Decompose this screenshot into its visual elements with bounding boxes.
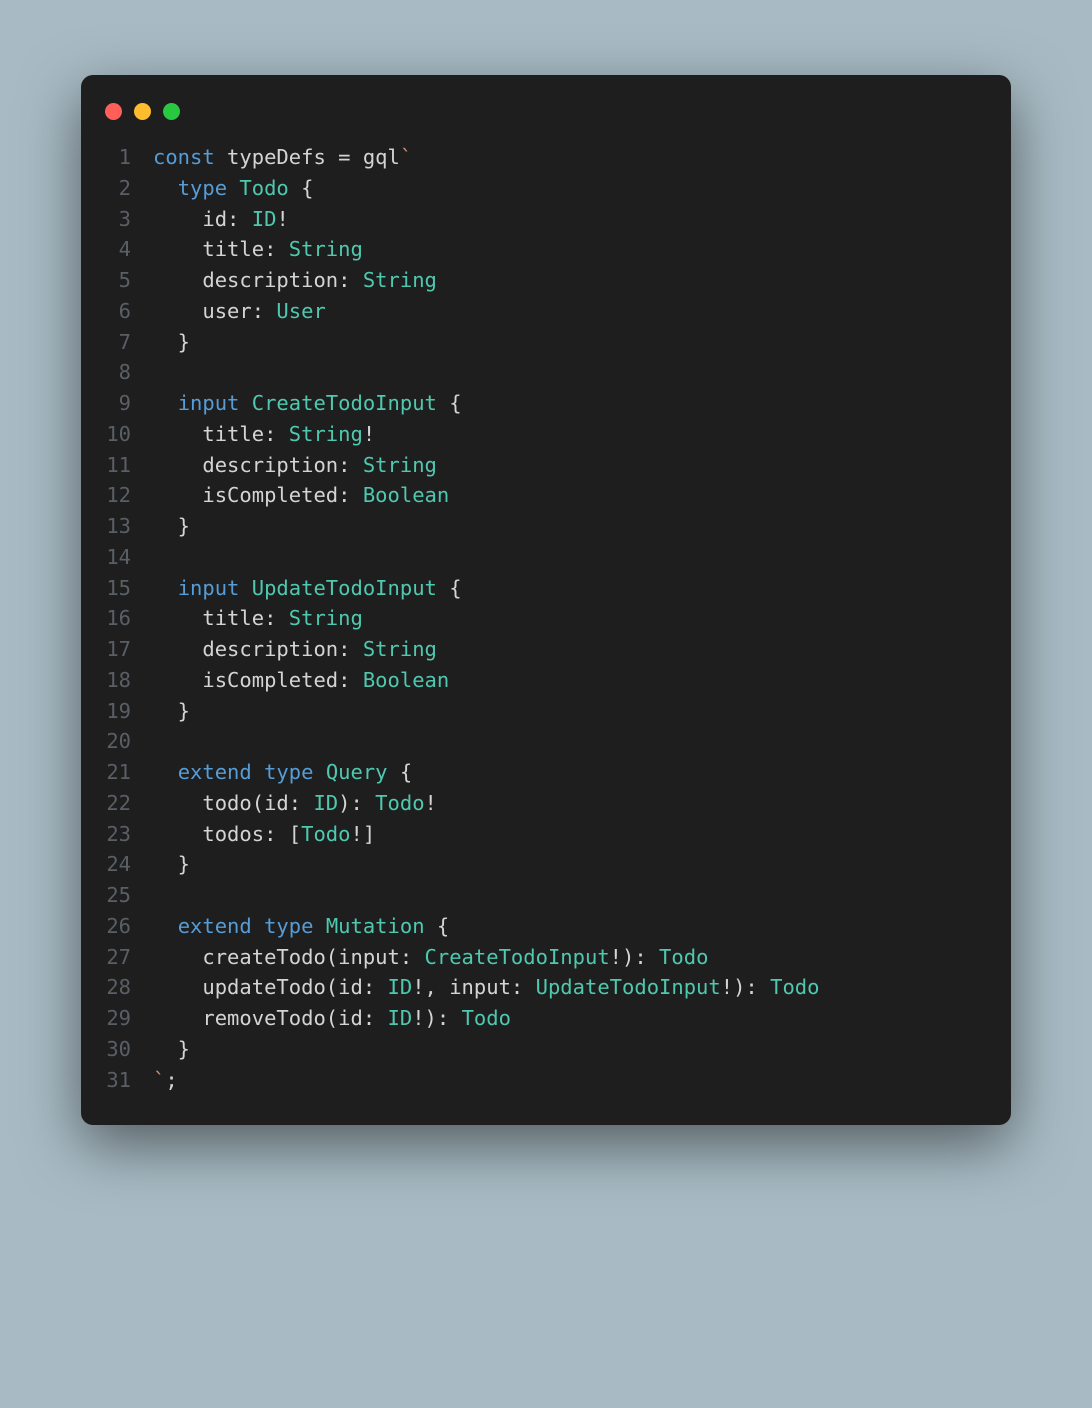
line-number: 5: [81, 265, 153, 296]
line-content: extend type Query {: [153, 757, 412, 788]
code-line: 2 type Todo {: [81, 173, 1011, 204]
line-content: createTodo(input: CreateTodoInput!): Tod…: [153, 942, 708, 973]
line-number: 26: [81, 911, 153, 942]
code-line: 23 todos: [Todo!]: [81, 819, 1011, 850]
line-number: 22: [81, 788, 153, 819]
line-number: 14: [81, 542, 153, 573]
code-line: 5 description: String: [81, 265, 1011, 296]
code-line: 21 extend type Query {: [81, 757, 1011, 788]
code-line: 9 input CreateTodoInput {: [81, 388, 1011, 419]
line-number: 4: [81, 234, 153, 265]
line-content: removeTodo(id: ID!): Todo: [153, 1003, 511, 1034]
line-number: 12: [81, 480, 153, 511]
code-line: 24 }: [81, 849, 1011, 880]
code-line: 16 title: String: [81, 603, 1011, 634]
line-number: 27: [81, 942, 153, 973]
line-number: 20: [81, 726, 153, 757]
line-number: 11: [81, 450, 153, 481]
code-line: 17 description: String: [81, 634, 1011, 665]
code-line: 18 isCompleted: Boolean: [81, 665, 1011, 696]
code-line: 8: [81, 357, 1011, 388]
code-line: 22 todo(id: ID): Todo!: [81, 788, 1011, 819]
line-number: 18: [81, 665, 153, 696]
line-number: 24: [81, 849, 153, 880]
line-number: 28: [81, 972, 153, 1003]
line-content: }: [153, 1034, 190, 1065]
window-titlebar: [81, 99, 1011, 142]
line-content: [153, 357, 165, 388]
line-content: }: [153, 696, 190, 727]
code-line: 3 id: ID!: [81, 204, 1011, 235]
line-number: 7: [81, 327, 153, 358]
close-icon[interactable]: [105, 103, 122, 120]
line-number: 13: [81, 511, 153, 542]
line-content: }: [153, 849, 190, 880]
code-line: 26 extend type Mutation {: [81, 911, 1011, 942]
code-line: 1const typeDefs = gql`: [81, 142, 1011, 173]
line-number: 3: [81, 204, 153, 235]
code-line: 13 }: [81, 511, 1011, 542]
line-content: }: [153, 327, 190, 358]
code-line: 14: [81, 542, 1011, 573]
line-content: title: String: [153, 234, 363, 265]
code-line: 4 title: String: [81, 234, 1011, 265]
line-number: 17: [81, 634, 153, 665]
code-line: 29 removeTodo(id: ID!): Todo: [81, 1003, 1011, 1034]
line-content: }: [153, 511, 190, 542]
minimize-icon[interactable]: [134, 103, 151, 120]
line-content: isCompleted: Boolean: [153, 480, 449, 511]
line-content: type Todo {: [153, 173, 313, 204]
code-line: 7 }: [81, 327, 1011, 358]
line-content: description: String: [153, 634, 437, 665]
line-content: [153, 880, 165, 911]
line-number: 19: [81, 696, 153, 727]
line-content: input CreateTodoInput {: [153, 388, 462, 419]
code-line: 27 createTodo(input: CreateTodoInput!): …: [81, 942, 1011, 973]
line-number: 29: [81, 1003, 153, 1034]
code-line: 19 }: [81, 696, 1011, 727]
line-number: 1: [81, 142, 153, 173]
code-area: 1const typeDefs = gql`2 type Todo {3 id:…: [81, 142, 1011, 1095]
line-number: 21: [81, 757, 153, 788]
code-line: 28 updateTodo(id: ID!, input: UpdateTodo…: [81, 972, 1011, 1003]
line-number: 25: [81, 880, 153, 911]
line-number: 9: [81, 388, 153, 419]
line-content: const typeDefs = gql`: [153, 142, 412, 173]
zoom-icon[interactable]: [163, 103, 180, 120]
line-number: 10: [81, 419, 153, 450]
code-line: 10 title: String!: [81, 419, 1011, 450]
code-line: 25: [81, 880, 1011, 911]
line-content: `;: [153, 1065, 178, 1096]
code-line: 12 isCompleted: Boolean: [81, 480, 1011, 511]
line-content: todo(id: ID): Todo!: [153, 788, 437, 819]
code-line: 11 description: String: [81, 450, 1011, 481]
editor-window: 1const typeDefs = gql`2 type Todo {3 id:…: [81, 75, 1011, 1125]
line-content: title: String: [153, 603, 363, 634]
code-line: 31`;: [81, 1065, 1011, 1096]
line-number: 30: [81, 1034, 153, 1065]
line-content: input UpdateTodoInput {: [153, 573, 462, 604]
line-content: [153, 726, 165, 757]
code-line: 30 }: [81, 1034, 1011, 1065]
line-number: 15: [81, 573, 153, 604]
line-number: 2: [81, 173, 153, 204]
line-content: [153, 542, 165, 573]
code-line: 20: [81, 726, 1011, 757]
line-number: 23: [81, 819, 153, 850]
code-line: 15 input UpdateTodoInput {: [81, 573, 1011, 604]
line-number: 6: [81, 296, 153, 327]
line-content: description: String: [153, 265, 437, 296]
line-content: todos: [Todo!]: [153, 819, 375, 850]
line-number: 31: [81, 1065, 153, 1096]
line-content: updateTodo(id: ID!, input: UpdateTodoInp…: [153, 972, 820, 1003]
line-number: 16: [81, 603, 153, 634]
line-content: title: String!: [153, 419, 375, 450]
line-content: isCompleted: Boolean: [153, 665, 449, 696]
code-line: 6 user: User: [81, 296, 1011, 327]
line-content: extend type Mutation {: [153, 911, 449, 942]
line-content: description: String: [153, 450, 437, 481]
line-content: user: User: [153, 296, 326, 327]
line-number: 8: [81, 357, 153, 388]
line-content: id: ID!: [153, 204, 289, 235]
